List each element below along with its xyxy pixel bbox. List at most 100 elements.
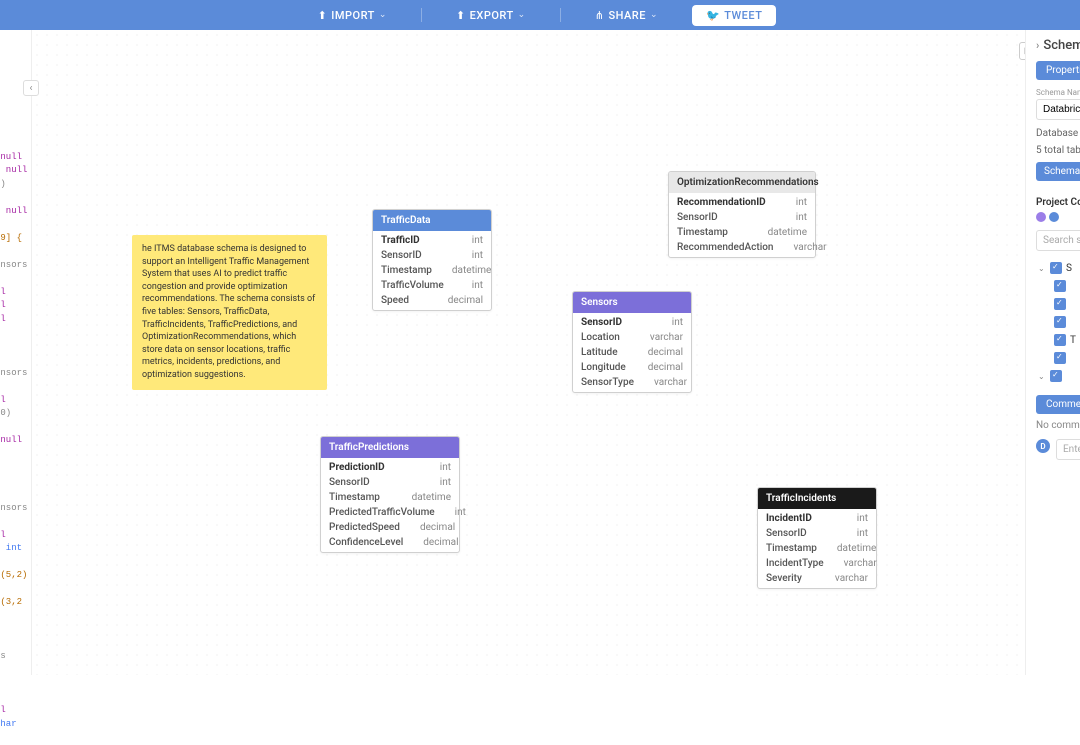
canvas[interactable]: ⊞ he ITMS database schema is designed to… <box>32 30 1025 675</box>
table-row[interactable]: SensorIDint <box>373 248 491 263</box>
schema-name-input[interactable] <box>1036 99 1080 120</box>
table-row[interactable]: TrafficIDint <box>373 233 491 248</box>
table-body: PredictionIDint SensorIDint Timestampdat… <box>321 458 459 552</box>
tree-parent[interactable]: ⌄ S <box>1036 259 1080 277</box>
properties-tab[interactable]: Properties <box>1036 61 1080 80</box>
table-row[interactable]: SensorIDint <box>573 315 691 330</box>
table-row[interactable]: PredictionIDint <box>321 460 459 475</box>
table-body: RecommendationIDint SensorIDint Timestam… <box>669 193 815 257</box>
comment-input[interactable]: Enter <box>1056 439 1080 460</box>
color-swatch[interactable] <box>1049 212 1059 222</box>
project-colors-label: Project Colors <box>1036 197 1080 208</box>
top-toolbar: ⬆ IMPORT ⌄ ⬆ EXPORT ⌄ ⋔ SHARE ⌄ 🐦 TWEET <box>0 0 1080 30</box>
chevron-down-icon: ⌄ <box>650 10 658 20</box>
table-row[interactable]: Timestampdatetime <box>373 263 491 278</box>
table-header: TrafficPredictions <box>321 437 459 458</box>
table-row[interactable]: Timestampdatetime <box>669 225 815 240</box>
table-row[interactable]: IncidentTypevarchar <box>758 556 876 571</box>
search-schema-input[interactable]: Search schema... <box>1036 230 1080 251</box>
tweet-label: TWEET <box>724 9 762 22</box>
total-tables: 5 total tables <box>1036 145 1080 156</box>
checkbox[interactable] <box>1054 316 1066 328</box>
checkbox[interactable] <box>1054 334 1066 346</box>
share-label: SHARE <box>608 9 646 22</box>
table-row[interactable]: SensorIDint <box>758 526 876 541</box>
table-row[interactable]: IncidentIDint <box>758 511 876 526</box>
table-row[interactable]: Latitudedecimal <box>573 345 691 360</box>
table-row[interactable]: SensorTypevarchar <box>573 375 691 390</box>
avatar: D <box>1036 439 1050 453</box>
table-sensors[interactable]: Sensors SensorIDint Locationvarchar Lati… <box>572 291 692 393</box>
code-panel: ‹ { null ) null 8) ) null C9] { ensors l… <box>0 30 32 675</box>
table-body: SensorIDint Locationvarchar Latitudedeci… <box>573 313 691 392</box>
table-row[interactable]: TrafficVolumeint <box>373 278 491 293</box>
tree-label: T <box>1070 335 1076 346</box>
comments-button[interactable]: Comments <box>1036 395 1080 414</box>
schema-title: Schema <box>1043 38 1080 53</box>
tree-item[interactable] <box>1036 277 1080 295</box>
schema-name-label: Schema Name <box>1036 88 1080 97</box>
note-text: he ITMS database schema is designed to s… <box>142 244 315 380</box>
table-body: IncidentIDint SensorIDint Timestampdatet… <box>758 509 876 588</box>
database-label: Database <box>1036 128 1080 139</box>
export-button[interactable]: ⬆ EXPORT ⌄ <box>442 9 540 22</box>
table-header: TrafficData <box>373 210 491 231</box>
share-button[interactable]: ⋔ SHARE ⌄ <box>581 9 672 22</box>
table-trafficincidents[interactable]: TrafficIncidents IncidentIDint SensorIDi… <box>757 487 877 589</box>
tweet-button[interactable]: 🐦 TWEET <box>692 5 776 26</box>
right-panel: › Schema Properties Schema Name Database… <box>1025 30 1080 675</box>
separator <box>560 8 561 22</box>
table-row[interactable]: RecommendationIDint <box>669 195 815 210</box>
table-header: OptimizationRecommendations <box>669 172 815 193</box>
upload-icon: ⬆ <box>318 9 328 22</box>
checkbox[interactable] <box>1050 262 1062 274</box>
chevron-right-icon: › <box>1036 39 1039 52</box>
import-button[interactable]: ⬆ IMPORT ⌄ <box>304 9 401 22</box>
schema-editor-button[interactable]: Schema Editor <box>1036 162 1080 181</box>
table-row[interactable]: SensorIDint <box>321 475 459 490</box>
table-trafficpredictions[interactable]: TrafficPredictions PredictionIDint Senso… <box>320 436 460 553</box>
share-icon: ⋔ <box>595 9 605 22</box>
tree-parent[interactable]: ⌄ <box>1036 367 1080 385</box>
comment-input-row: D Enter <box>1036 439 1080 460</box>
tree-item[interactable] <box>1036 313 1080 331</box>
separator <box>421 8 422 22</box>
schema-header[interactable]: › Schema <box>1036 38 1080 53</box>
table-row[interactable]: PredictedSpeeddecimal <box>321 520 459 535</box>
checkbox[interactable] <box>1054 352 1066 364</box>
table-header: TrafficIncidents <box>758 488 876 509</box>
collapse-code-button[interactable]: ‹ <box>23 80 39 96</box>
table-header: Sensors <box>573 292 691 313</box>
table-row[interactable]: Timestampdatetime <box>758 541 876 556</box>
chevron-down-icon: ⌄ <box>518 10 526 20</box>
color-palette <box>1036 212 1080 222</box>
export-label: EXPORT <box>470 9 514 22</box>
table-row[interactable]: Longitudedecimal <box>573 360 691 375</box>
table-row[interactable]: ConfidenceLeveldecimal <box>321 535 459 550</box>
table-row[interactable]: Locationvarchar <box>573 330 691 345</box>
checkbox[interactable] <box>1054 298 1066 310</box>
chevron-down-icon: ⌄ <box>1038 264 1046 273</box>
chevron-down-icon: ⌄ <box>379 10 387 20</box>
tree-label: S <box>1066 263 1072 274</box>
table-row[interactable]: Speeddecimal <box>373 293 491 308</box>
table-trafficdata[interactable]: TrafficData TrafficIDint SensorIDint Tim… <box>372 209 492 311</box>
table-row[interactable]: PredictedTrafficVolumeint <box>321 505 459 520</box>
table-row[interactable]: SensorIDint <box>669 210 815 225</box>
table-body: TrafficIDint SensorIDint Timestampdateti… <box>373 231 491 310</box>
table-optimizationrecommendations[interactable]: OptimizationRecommendations Recommendati… <box>668 171 816 258</box>
tree-item[interactable]: T <box>1036 331 1080 349</box>
canvas-inner: he ITMS database schema is designed to s… <box>32 30 1025 675</box>
color-swatch[interactable] <box>1036 212 1046 222</box>
checkbox[interactable] <box>1054 280 1066 292</box>
sticky-note[interactable]: he ITMS database schema is designed to s… <box>132 235 327 390</box>
main-layout: ‹ { null ) null 8) ) null C9] { ensors l… <box>0 30 1080 675</box>
tree-item[interactable] <box>1036 349 1080 367</box>
table-row[interactable]: Severityvarchar <box>758 571 876 586</box>
table-row[interactable]: RecommendedActionvarchar <box>669 240 815 255</box>
checkbox[interactable] <box>1050 370 1062 382</box>
tree-item[interactable] <box>1036 295 1080 313</box>
code-content: { null ) null 8) ) null C9] { ensors ll … <box>0 110 35 745</box>
table-row[interactable]: Timestampdatetime <box>321 490 459 505</box>
download-icon: ⬆ <box>456 9 466 22</box>
